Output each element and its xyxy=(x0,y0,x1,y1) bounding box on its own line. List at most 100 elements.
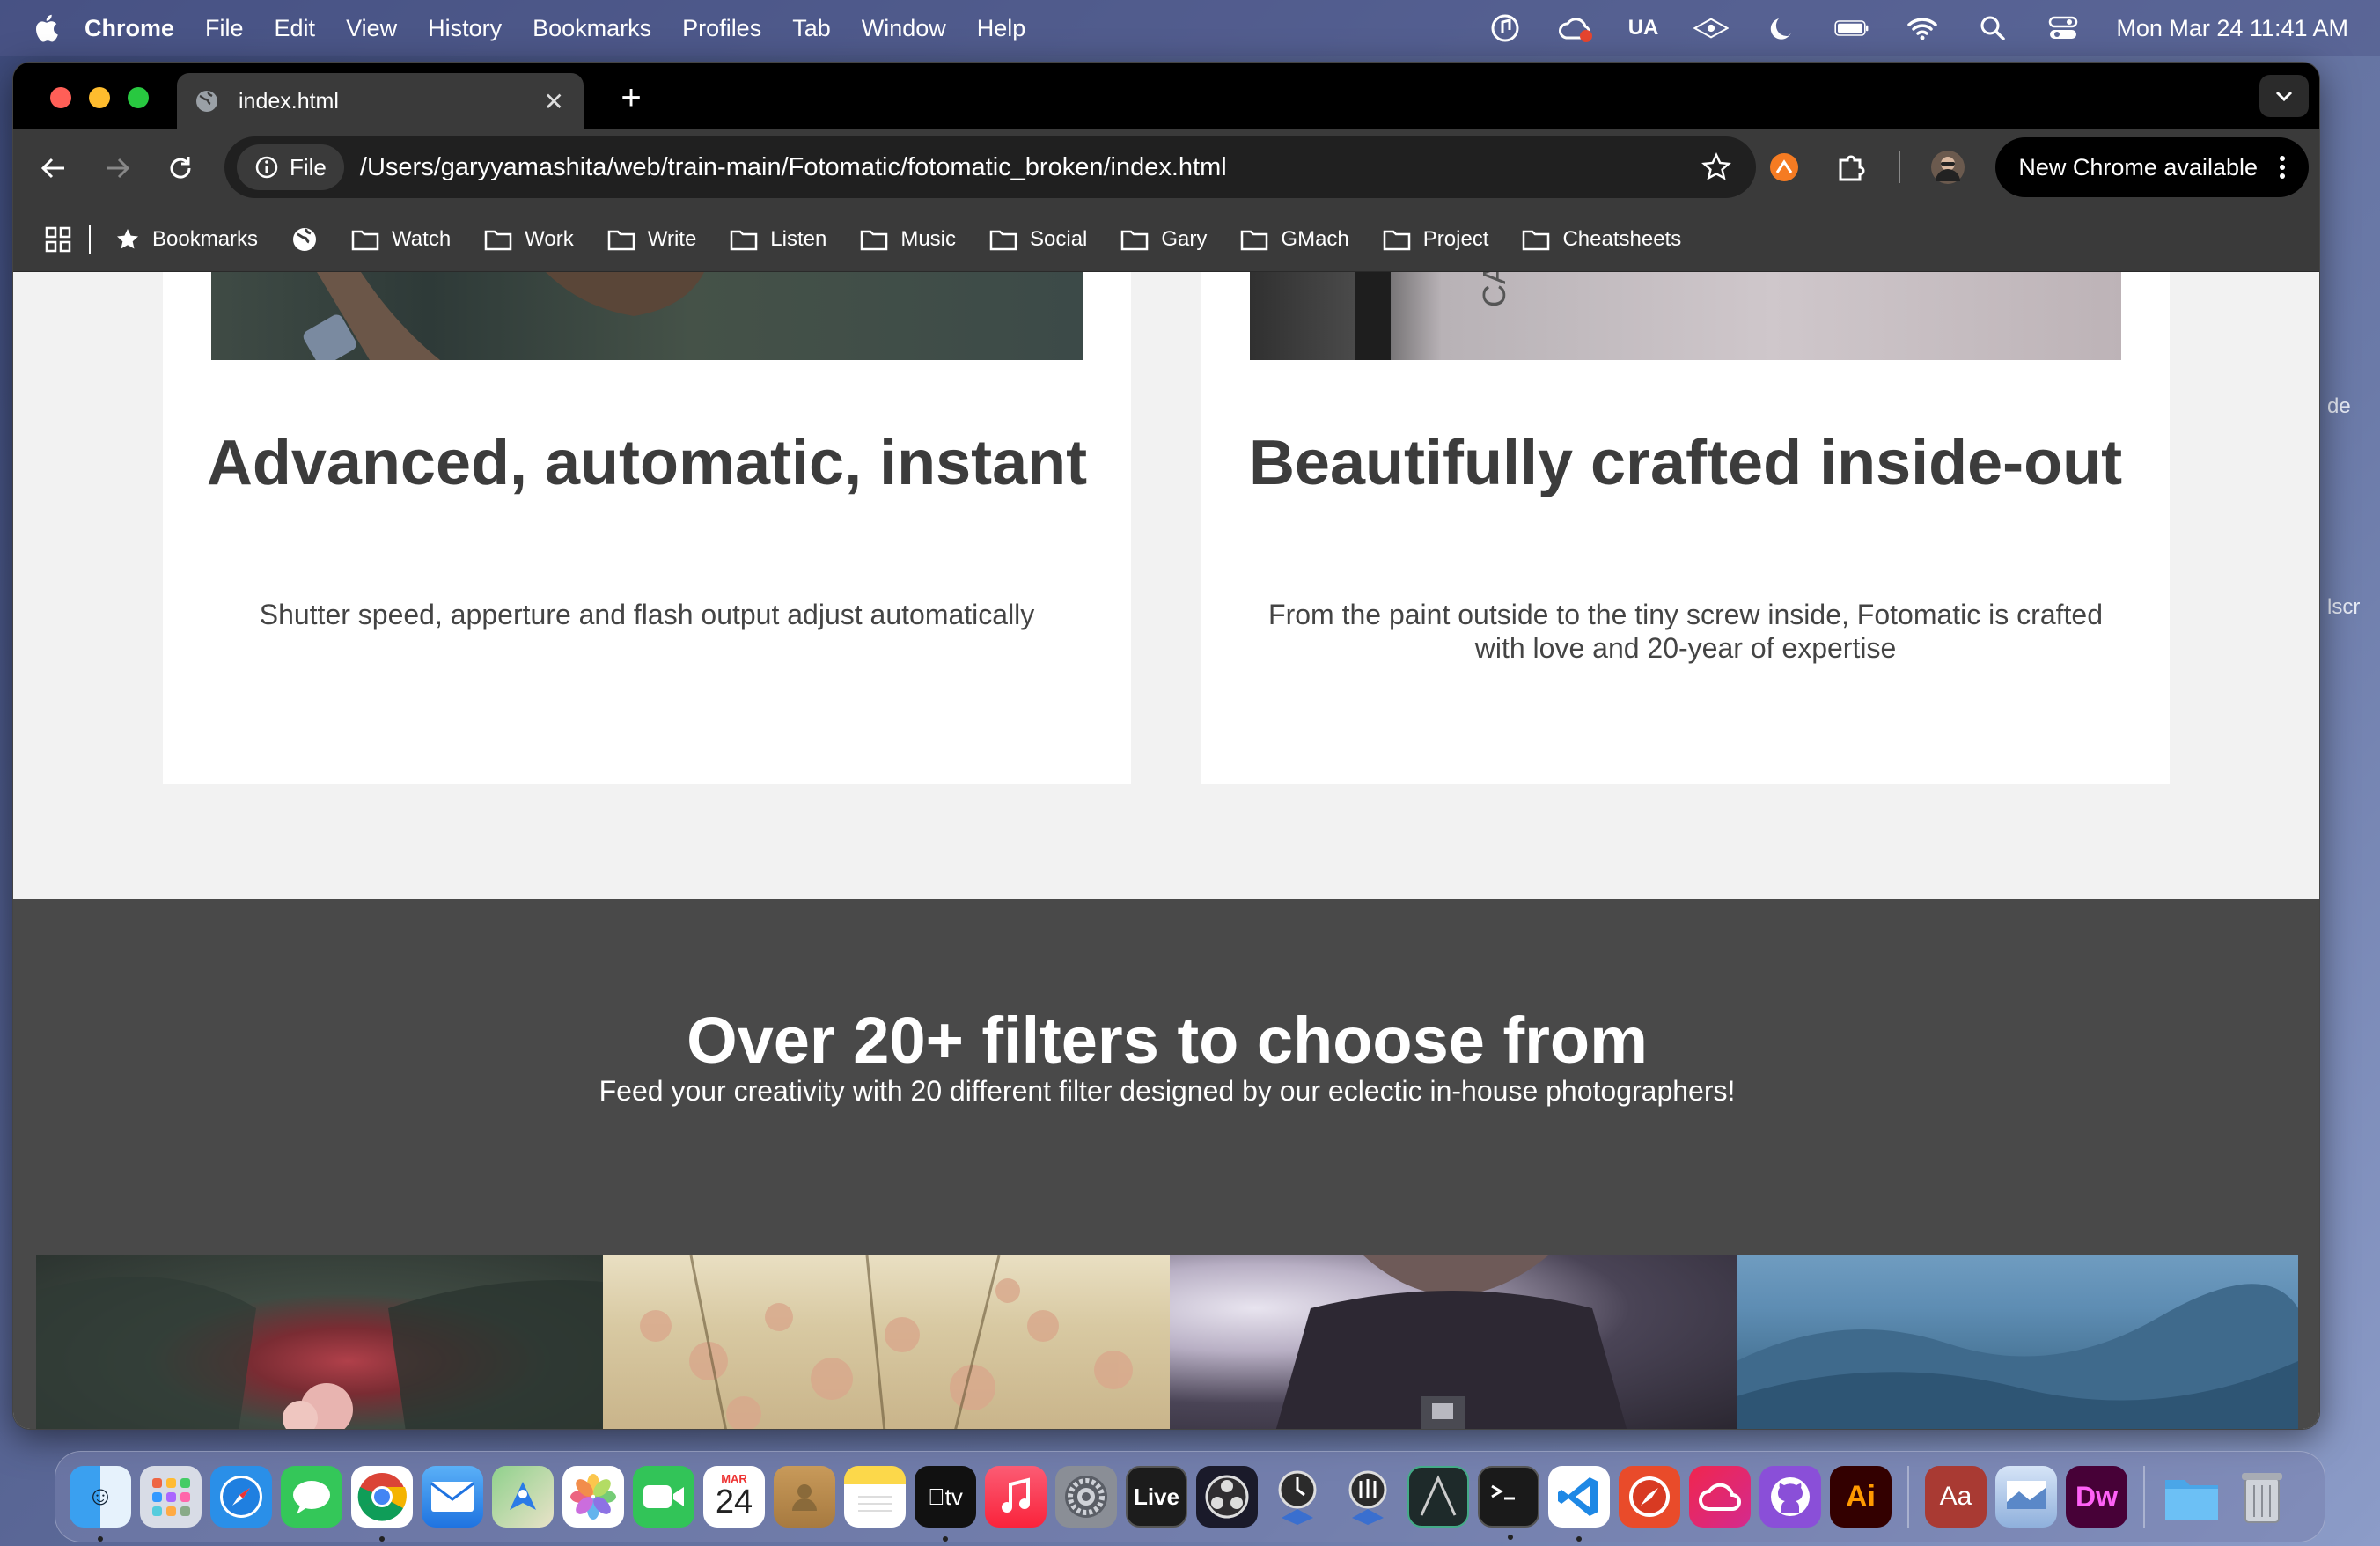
creative-cloud-app-icon[interactable] xyxy=(1689,1466,1751,1528)
system-settings-icon[interactable] xyxy=(1055,1466,1117,1528)
github-desktop-icon[interactable] xyxy=(1759,1466,1821,1528)
extension-avast-icon[interactable] xyxy=(1765,136,1803,199)
folder-icon xyxy=(989,230,1017,250)
tab-title: index.html xyxy=(239,88,339,114)
desktop-file-label[interactable]: lscr xyxy=(2327,595,2380,620)
new-chrome-available-button[interactable]: New Chrome available xyxy=(1995,137,2309,197)
tab-index-html[interactable]: index.html ✕ xyxy=(177,73,584,129)
maps-icon[interactable] xyxy=(492,1466,554,1528)
contacts-icon[interactable] xyxy=(774,1466,835,1528)
filter-gallery xyxy=(36,1255,2298,1429)
photos-icon[interactable] xyxy=(562,1466,624,1528)
reload-button[interactable] xyxy=(149,136,212,200)
profile-avatar[interactable] xyxy=(1928,136,1967,199)
bookmark-folder-work[interactable]: Work xyxy=(484,227,574,252)
battery-icon[interactable] xyxy=(1834,11,1869,46)
feature-description: Shutter speed, apperture and flash outpu… xyxy=(259,599,1035,630)
bookmark-globe[interactable] xyxy=(291,226,318,253)
ua-status[interactable]: UA xyxy=(1628,16,1659,40)
bookmark-folder-write[interactable]: Write xyxy=(607,227,696,252)
bookmark-folder-gary[interactable]: Gary xyxy=(1120,227,1207,252)
apple-icon[interactable] xyxy=(26,9,65,48)
menu-profiles[interactable]: Profiles xyxy=(682,15,761,42)
dreamweaver-icon[interactable]: Dw xyxy=(2066,1466,2127,1528)
ua-console-icon[interactable] xyxy=(1267,1466,1328,1528)
menu-view[interactable]: View xyxy=(346,15,397,42)
dock-separator xyxy=(1907,1466,1909,1528)
vscode-icon[interactable] xyxy=(1548,1466,1610,1542)
downloads-folder-icon[interactable] xyxy=(2161,1466,2222,1528)
globe-icon xyxy=(196,91,217,112)
address-bar[interactable]: File /Users/garyyamashita/web/train-main… xyxy=(224,136,1756,198)
bookmark-folder-gmach[interactable]: GMach xyxy=(1240,227,1349,252)
obs-icon[interactable] xyxy=(1196,1466,1258,1528)
desktop-file-label[interactable]: de xyxy=(2327,394,2380,419)
back-button[interactable] xyxy=(22,136,85,200)
apps-grid-icon[interactable] xyxy=(45,226,71,253)
music-app-icon[interactable] xyxy=(985,1466,1047,1528)
bookmark-folder-cheatsheets[interactable]: Cheatsheets xyxy=(1522,227,1681,252)
folder-icon xyxy=(1121,230,1149,250)
ua-luna-icon[interactable] xyxy=(1337,1466,1399,1528)
apple-tv-icon[interactable]: tv xyxy=(915,1466,976,1542)
creative-cloud-icon[interactable] xyxy=(1558,11,1593,46)
filter-photo-jacket[interactable] xyxy=(36,1255,603,1429)
url-text[interactable]: /Users/garyyamashita/web/train-main/Foto… xyxy=(360,153,1227,182)
minimize-window-button[interactable] xyxy=(89,87,110,108)
bookmark-star-icon[interactable] xyxy=(1701,152,1731,182)
illustrator-icon[interactable]: Ai xyxy=(1830,1466,1892,1528)
ableton-live-icon[interactable]: Live xyxy=(1126,1466,1187,1528)
bookmark-folder-project[interactable]: Project xyxy=(1383,227,1488,252)
zoom-window-button[interactable] xyxy=(128,87,149,108)
feature-card-automatic: Advanced, automatic, instant Shutter spe… xyxy=(163,272,1131,784)
launchpad-icon[interactable] xyxy=(140,1466,202,1528)
menu-tab[interactable]: Tab xyxy=(792,15,831,42)
bookmark-folder-music[interactable]: Music xyxy=(860,227,956,252)
filter-photo-portrait[interactable] xyxy=(1170,1255,1737,1429)
menubar-clock[interactable]: Mon Mar 24 11:41 AM xyxy=(2116,15,2348,42)
preview-icon[interactable] xyxy=(1995,1466,2057,1528)
forward-button[interactable] xyxy=(85,136,149,200)
mail-icon[interactable] xyxy=(422,1466,483,1528)
filter-photo-mountains[interactable] xyxy=(1737,1255,2298,1429)
extensions-puzzle-icon[interactable] xyxy=(1832,136,1870,199)
site-info-chip[interactable]: File xyxy=(237,144,344,190)
moon-icon[interactable] xyxy=(1764,11,1799,46)
update-label: New Chrome available xyxy=(2018,153,2258,180)
safari-icon[interactable] xyxy=(210,1466,272,1528)
messages-icon[interactable] xyxy=(281,1466,342,1528)
facetime-icon[interactable] xyxy=(633,1466,694,1528)
bookmark-bookmarks[interactable]: Bookmarks xyxy=(115,227,258,252)
notes-icon[interactable] xyxy=(844,1466,906,1528)
dictionary-icon[interactable]: Aa xyxy=(1925,1466,1987,1528)
tab-search-button[interactable] xyxy=(2259,75,2309,117)
safari-tech-preview-icon[interactable] xyxy=(1619,1466,1680,1528)
bookmark-folder-listen[interactable]: Listen xyxy=(730,227,826,252)
menu-app-name[interactable]: Chrome xyxy=(84,15,174,42)
wifi-icon[interactable] xyxy=(1905,11,1940,46)
control-center-icon[interactable] xyxy=(2046,11,2081,46)
close-window-button[interactable] xyxy=(50,87,71,108)
music-note-icon[interactable] xyxy=(1488,11,1523,46)
menu-file[interactable]: File xyxy=(205,15,244,42)
bookmark-folder-social[interactable]: Social xyxy=(989,227,1087,252)
menu-history[interactable]: History xyxy=(428,15,502,42)
chrome-icon[interactable] xyxy=(351,1466,413,1542)
trash-icon[interactable] xyxy=(2231,1466,2293,1528)
filter-photo-blossoms[interactable] xyxy=(603,1255,1170,1429)
calendar-icon[interactable]: MAR 24 xyxy=(703,1466,765,1528)
spotlight-search-icon[interactable] xyxy=(1975,11,2010,46)
new-tab-icon[interactable]: + xyxy=(612,78,650,117)
vectorworks-icon[interactable] xyxy=(1407,1466,1469,1528)
folder-icon xyxy=(1241,230,1268,250)
bookmark-folder-watch[interactable]: Watch xyxy=(351,227,451,252)
menu-window[interactable]: Window xyxy=(862,15,946,42)
filters-section: Over 20+ filters to choose from Feed you… xyxy=(13,899,2319,1429)
close-tab-icon[interactable]: ✕ xyxy=(544,87,564,116)
ua-connect-icon[interactable] xyxy=(1693,11,1730,46)
menu-bookmarks[interactable]: Bookmarks xyxy=(533,15,651,42)
menu-edit[interactable]: Edit xyxy=(275,15,316,42)
terminal-icon[interactable] xyxy=(1478,1466,1539,1540)
finder-icon[interactable]: ☺ xyxy=(70,1466,131,1542)
menu-help[interactable]: Help xyxy=(977,15,1026,42)
